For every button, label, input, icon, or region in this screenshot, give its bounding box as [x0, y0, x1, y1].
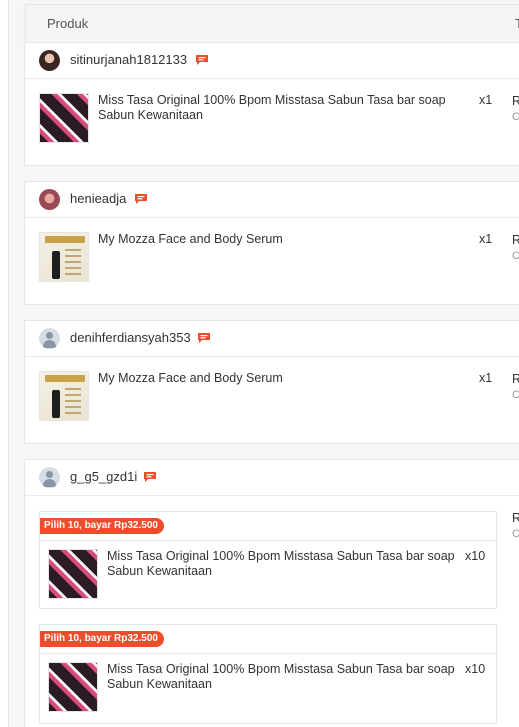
promo-badge: Pilih 10, bayar Rp32.500 [40, 631, 164, 647]
order-header: sitinurjanah1812133 [25, 43, 519, 79]
product-qty: x10 [465, 662, 486, 676]
product-thumbnail[interactable] [39, 232, 89, 282]
avatar [39, 50, 60, 71]
order-list-page: Produk T sitinurjanah1812133 Miss Tasa O… [0, 0, 519, 727]
order-header: denihferdiansyah353 [25, 321, 519, 357]
order-header: henieadja [25, 182, 519, 218]
product-name[interactable]: Miss Tasa Original 100% Bpom Misstasa Sa… [98, 93, 478, 123]
order-card: henieadja My Mozza Face and Body Serum x… [24, 181, 519, 305]
product-thumbnail[interactable] [39, 371, 89, 421]
order-item[interactable]: My Mozza Face and Body Serum x1 [39, 232, 499, 282]
order-total-sub: C [512, 111, 519, 123]
order-item[interactable]: Miss Tasa Original 100% Bpom Misstasa Sa… [48, 662, 488, 712]
order-card: g_g5_gzd1i Pilih 10, bayar Rp32.500 Miss… [24, 459, 519, 727]
order-total-sub: C [512, 250, 519, 262]
header-col-total: T [515, 16, 519, 31]
generic-user-icon [39, 467, 60, 488]
left-rail [0, 0, 9, 727]
product-qty: x1 [479, 93, 493, 107]
order-item[interactable]: Miss Tasa Original 100% Bpom Misstasa Sa… [39, 93, 499, 143]
header-col-product: Produk [47, 16, 89, 31]
order-total-sub: C [512, 389, 519, 401]
order-card: sitinurjanah1812133 Miss Tasa Original 1… [24, 42, 519, 166]
promo-badge: Pilih 10, bayar Rp32.500 [40, 518, 164, 534]
product-name[interactable]: Miss Tasa Original 100% Bpom Misstasa Sa… [107, 662, 457, 692]
order-total-text: R [512, 94, 519, 108]
chat-icon[interactable] [197, 332, 211, 343]
order-total-cell: R C [512, 511, 519, 540]
product-thumbnail[interactable] [48, 662, 98, 712]
order-total-cell: R C [512, 372, 519, 401]
buyer-username[interactable]: g_g5_gzd1i [70, 469, 137, 484]
table-header: Produk T [25, 4, 519, 44]
avatar [39, 189, 60, 210]
bundle-item-area: Miss Tasa Original 100% Bpom Misstasa Sa… [40, 540, 496, 599]
order-header: g_g5_gzd1i [25, 460, 519, 496]
product-qty: x1 [479, 371, 493, 385]
order-total-cell: R C [512, 94, 519, 123]
product-name[interactable]: My Mozza Face and Body Serum [98, 232, 478, 247]
product-name[interactable]: Miss Tasa Original 100% Bpom Misstasa Sa… [107, 549, 457, 579]
order-total-cell: R C [512, 233, 519, 262]
order-total-text: R [512, 511, 519, 525]
buyer-username[interactable]: sitinurjanah1812133 [70, 52, 187, 67]
order-item[interactable]: Miss Tasa Original 100% Bpom Misstasa Sa… [48, 549, 488, 599]
generic-user-icon [39, 328, 60, 349]
chat-icon[interactable] [143, 471, 157, 482]
order-total-text: R [512, 233, 519, 247]
order-item[interactable]: My Mozza Face and Body Serum x1 [39, 371, 499, 421]
product-qty: x10 [465, 549, 486, 563]
product-thumbnail[interactable] [39, 93, 89, 143]
bundle-deal-group: Pilih 10, bayar Rp32.500 Miss Tasa Origi… [39, 624, 497, 724]
order-total-sub: C [512, 528, 519, 540]
order-total-text: R [512, 372, 519, 386]
product-name[interactable]: My Mozza Face and Body Serum [98, 371, 478, 386]
buyer-username[interactable]: henieadja [70, 191, 126, 206]
bundle-deal-group: Pilih 10, bayar Rp32.500 Miss Tasa Origi… [39, 511, 497, 609]
product-qty: x1 [479, 232, 493, 246]
order-card: denihferdiansyah353 My Mozza Face and Bo… [24, 320, 519, 444]
chat-icon[interactable] [134, 193, 148, 204]
chat-icon[interactable] [195, 54, 209, 65]
bundle-item-area: Miss Tasa Original 100% Bpom Misstasa Sa… [40, 653, 496, 712]
product-thumbnail[interactable] [48, 549, 98, 599]
buyer-username[interactable]: denihferdiansyah353 [70, 330, 191, 345]
